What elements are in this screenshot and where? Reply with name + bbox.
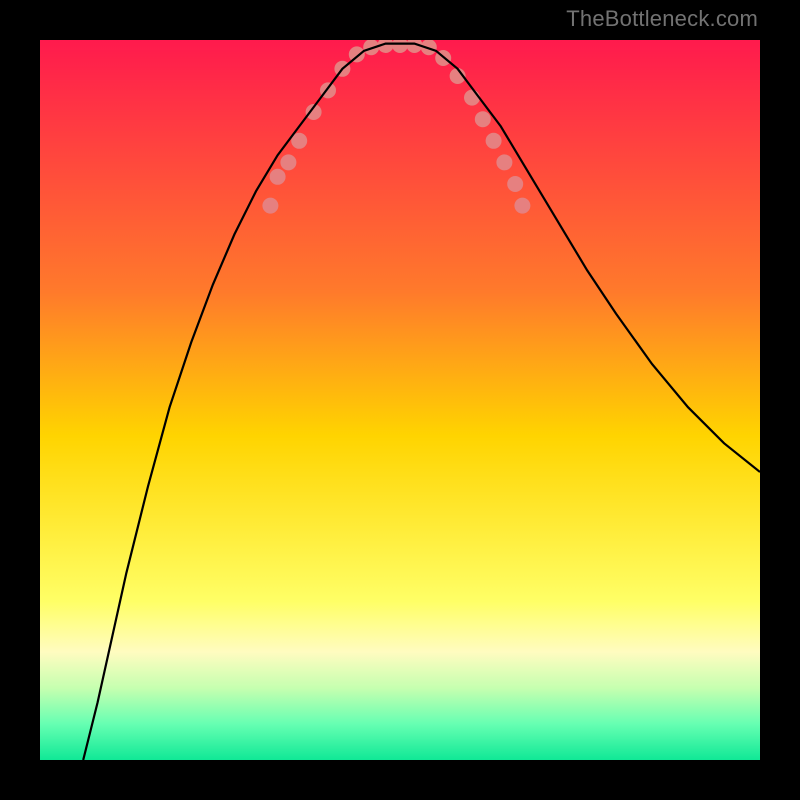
chart-frame: TheBottleneck.com bbox=[0, 0, 800, 800]
data-point bbox=[475, 111, 491, 127]
data-point bbox=[280, 154, 296, 170]
markers-group bbox=[262, 40, 530, 214]
watermark-text: TheBottleneck.com bbox=[566, 6, 758, 32]
data-point bbox=[262, 198, 278, 214]
data-point bbox=[392, 40, 408, 53]
plot-area bbox=[40, 40, 760, 760]
data-point bbox=[496, 154, 512, 170]
chart-svg bbox=[40, 40, 760, 760]
bottleneck-curve bbox=[83, 44, 760, 760]
data-point bbox=[486, 133, 502, 149]
data-point bbox=[514, 198, 530, 214]
data-point bbox=[507, 176, 523, 192]
data-point bbox=[464, 90, 480, 106]
data-point bbox=[349, 46, 365, 62]
data-point bbox=[270, 169, 286, 185]
